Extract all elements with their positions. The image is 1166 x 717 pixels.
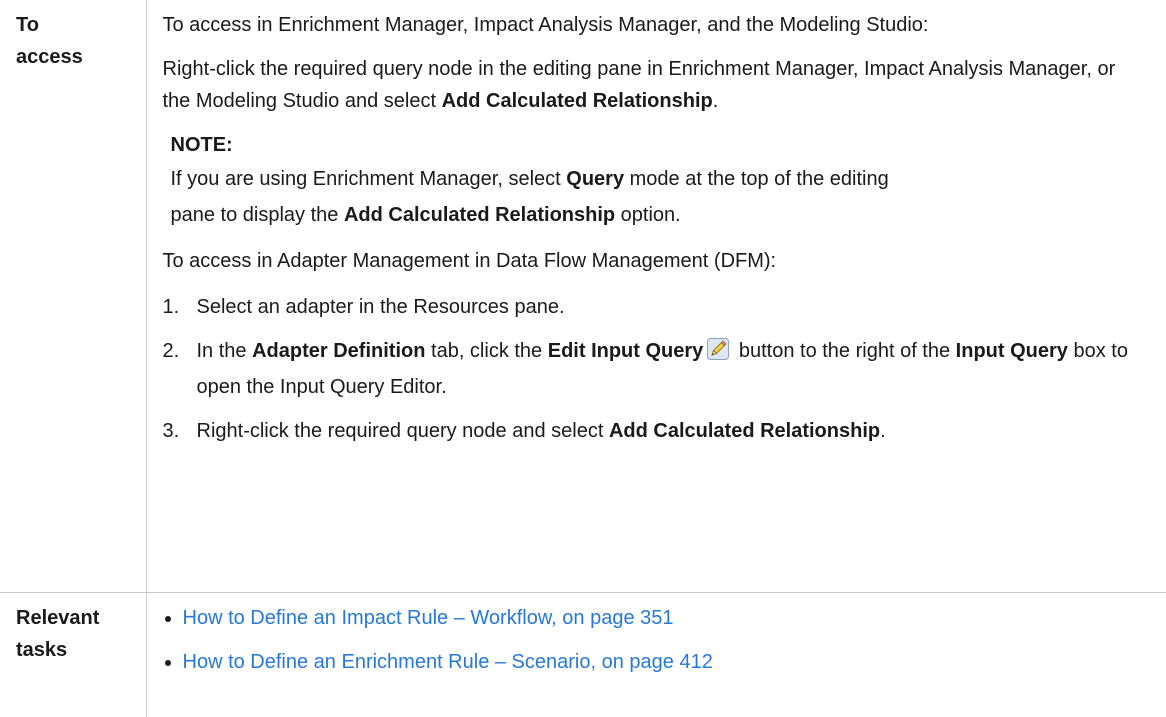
enrichment-rule-link[interactable]: How to Define an Enrichment Rule – Scena…: [183, 651, 713, 673]
step-text: Select an adapter in the Resources pane.: [196, 296, 565, 318]
note-block: NOTE: If you are using Enrichment Manage…: [171, 129, 1166, 233]
info-table: To access To access in Enrichment Manage…: [0, 0, 1166, 717]
access-intro: To access in Enrichment Manager, Impact …: [162, 14, 929, 36]
task-links-list: How to Define an Impact Rule – Workflow,…: [163, 602, 1166, 678]
note-heading: NOTE:: [170, 134, 233, 156]
bullet-icon: [164, 615, 171, 622]
tasks-header-line2: tasks: [16, 638, 68, 661]
step-item: 2. In the Adapter Definition tab, click …: [163, 333, 1157, 405]
access-header: To access: [0, 0, 147, 593]
step-number: 3.: [162, 420, 180, 442]
tasks-body: How to Define an Impact Rule – Workflow,…: [145, 591, 1166, 717]
dfm-intro: To access in Adapter Management in Data …: [162, 250, 777, 272]
step-number: 1.: [162, 296, 180, 318]
impact-rule-link[interactable]: How to Define an Impact Rule – Workflow,…: [183, 607, 674, 629]
step-item: 3. Right-click the required query node a…: [163, 413, 1166, 449]
steps-list: 1. Select an adapter in the Resources pa…: [163, 289, 1166, 449]
tasks-row: Relevant tasks How to Define an Impact R…: [0, 591, 1166, 717]
access-instruction: Right-click the required query node in t…: [162, 58, 1116, 112]
access-row: To access To access in Enrichment Manage…: [0, 0, 1166, 593]
step-number: 2.: [162, 340, 180, 362]
tasks-header: Relevant tasks: [0, 591, 147, 717]
list-item: How to Define an Impact Rule – Workflow,…: [163, 602, 1166, 634]
bullet-icon: [164, 659, 171, 666]
tasks-header-line1: Relevant: [16, 606, 100, 629]
step-item: 1. Select an adapter in the Resources pa…: [163, 289, 1166, 325]
pencil-icon: [707, 338, 730, 360]
access-body: To access in Enrichment Manager, Impact …: [145, 0, 1166, 593]
list-item: How to Define an Enrichment Rule – Scena…: [163, 646, 1166, 678]
access-header-line1: To: [16, 14, 39, 36]
note-text: If you are using Enrichment Manager, sel…: [170, 168, 889, 226]
access-header-line2: access: [16, 46, 83, 68]
